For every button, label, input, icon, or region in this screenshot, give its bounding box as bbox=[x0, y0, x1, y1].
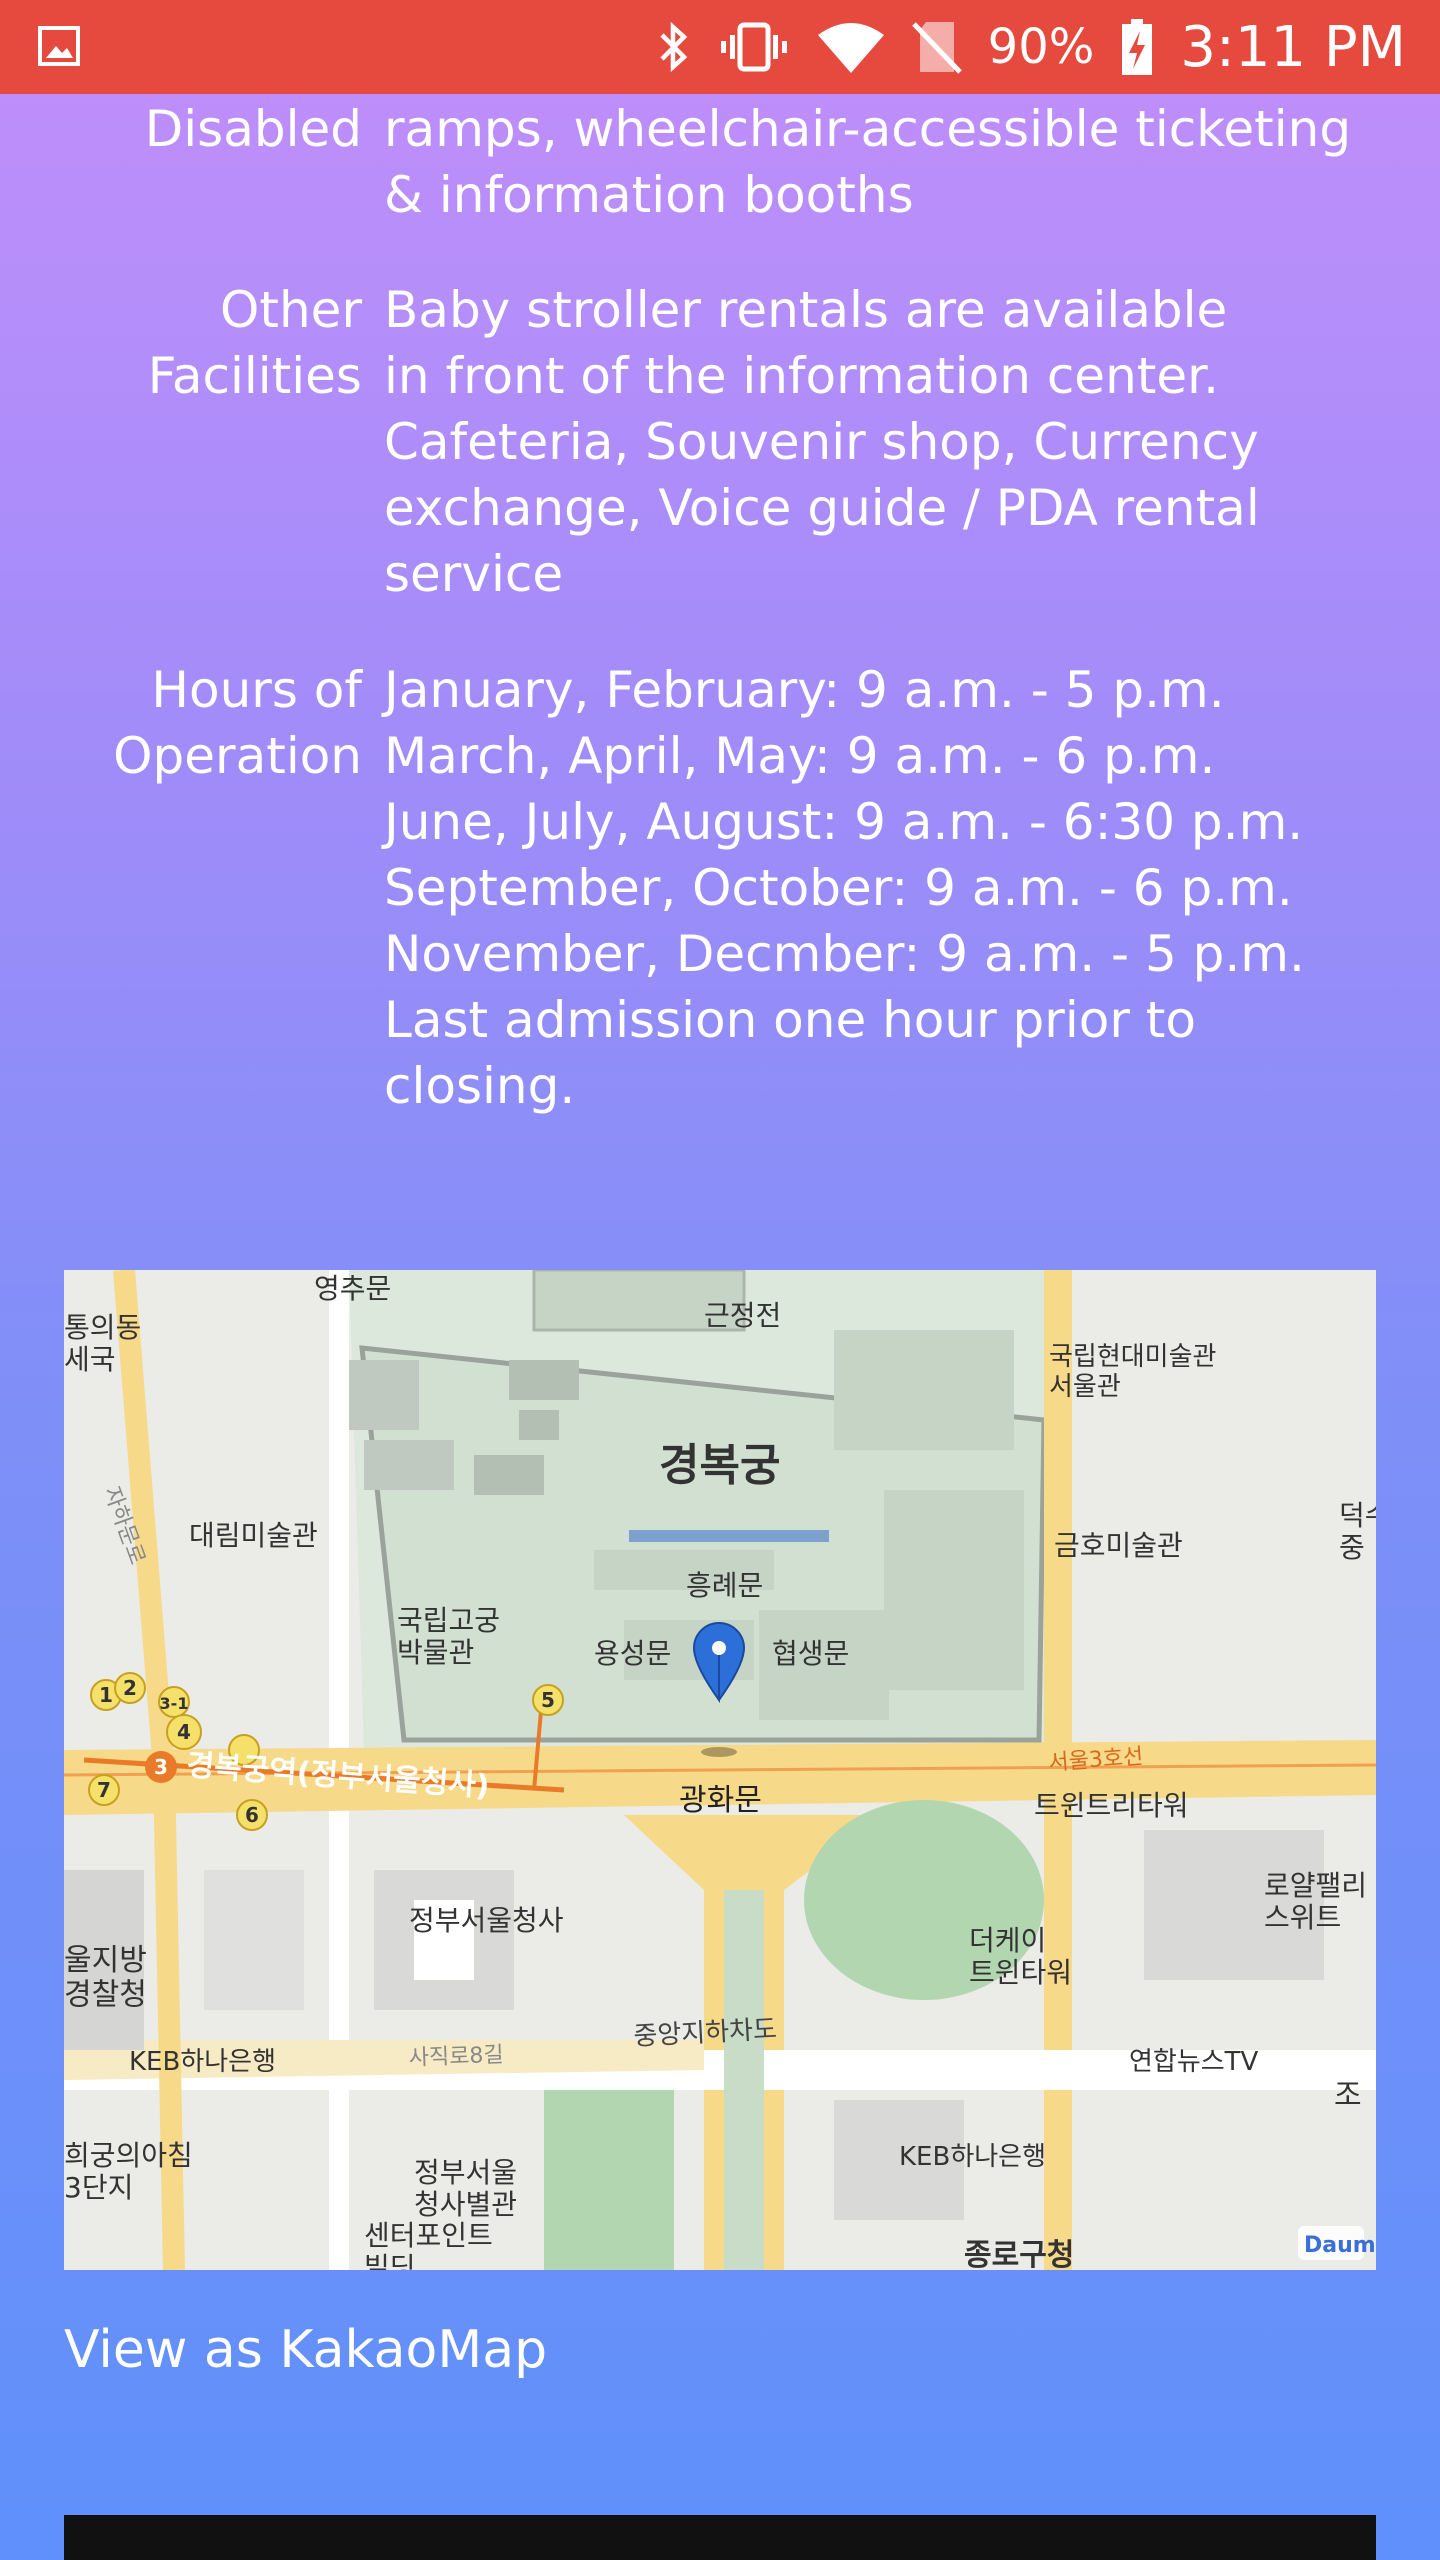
map-label-gov-complex: 정부서울청사 bbox=[409, 1904, 564, 1937]
map-label-keb1: KEB하나은행 bbox=[129, 2047, 276, 2077]
info-label-hours: Hours of Operation bbox=[113, 661, 362, 785]
map-label-keb2: KEB하나은행 bbox=[899, 2142, 1046, 2172]
clock: 3:11 PM bbox=[1180, 14, 1406, 80]
map-label-heungnyemun: 흥례문 bbox=[686, 1569, 763, 1602]
status-bar: 90% 3:11 PM bbox=[0, 0, 1440, 94]
info-label-disabled: Disabled bbox=[144, 100, 362, 158]
no-sim-icon bbox=[911, 18, 962, 76]
subway-exit-4: 4 bbox=[177, 1720, 191, 1744]
view-kakaomap-link[interactable]: View as KakaoMap bbox=[64, 2315, 547, 2385]
map-label-yongseongmun: 용성문 bbox=[594, 1637, 671, 1670]
map-label-yonhap: 연합뉴스TV bbox=[1129, 2047, 1259, 2077]
image-icon bbox=[38, 26, 80, 66]
map-label-geunjeongjeon: 근정전 bbox=[704, 1299, 781, 1332]
vibrate-icon bbox=[718, 19, 790, 75]
subway-exit-7: 7 bbox=[97, 1778, 111, 1802]
subway-exit-3: 3 bbox=[154, 1755, 168, 1779]
map-label-police: 울지방 경찰청 bbox=[64, 1943, 147, 2013]
map-label-twin-tree: 트윈트리타워 bbox=[1034, 1789, 1189, 1822]
battery-charging-icon bbox=[1120, 17, 1154, 77]
map-label-hyeopsaengmun: 협생문 bbox=[772, 1637, 849, 1670]
map-label-gyeongbokgung: 경복궁 bbox=[659, 1440, 780, 1491]
video-panel bbox=[64, 2515, 1376, 2560]
bluetooth-icon bbox=[656, 19, 692, 75]
map-label-daelim-museum: 대림미술관 bbox=[189, 1519, 318, 1552]
map-label-kumho-museum: 금호미술관 bbox=[1054, 1529, 1183, 1562]
info-value-hours: January, February: 9 a.m. - 5 p.m. March… bbox=[384, 661, 1305, 1115]
map-label-gwanghwamun: 광화문 bbox=[679, 1783, 762, 1818]
subway-exit-5: 5 bbox=[541, 1688, 555, 1712]
map-label-yeongchumun: 영추문 bbox=[314, 1272, 391, 1305]
subway-exit-2: 2 bbox=[123, 1676, 137, 1700]
map-label-gov-annex: 정부서울 청사별관 bbox=[414, 2156, 517, 2221]
daum-logo-text: Daum bbox=[1304, 2233, 1376, 2258]
map-label-jo: 조 bbox=[1334, 2078, 1362, 2113]
subway-exit-3-1: 3-1 bbox=[160, 1694, 189, 1713]
subway-exit-6: 6 bbox=[245, 1803, 259, 1827]
info-label-other-facilities: Other Facilities bbox=[147, 281, 362, 405]
map-label-sajik-road: 사직로8길 bbox=[408, 2043, 504, 2071]
wifi-icon bbox=[816, 19, 886, 75]
map-image[interactable]: 영추문 근정전 경복궁 흥례문 용성문 협생문 광화문 국립고궁 박물관 대림미술관 국립현대미술관… bbox=[64, 1270, 1376, 2270]
info-value-disabled: ramps, wheelchair-accessible ticketing &… bbox=[384, 100, 1352, 224]
subway-exit-1: 1 bbox=[99, 1683, 113, 1707]
map-label-jongno: 종로구청 bbox=[964, 2238, 1074, 2270]
info-value-other-facilities: Baby stroller rentals are available in f… bbox=[384, 281, 1260, 603]
battery-percent: 90% bbox=[987, 19, 1095, 75]
